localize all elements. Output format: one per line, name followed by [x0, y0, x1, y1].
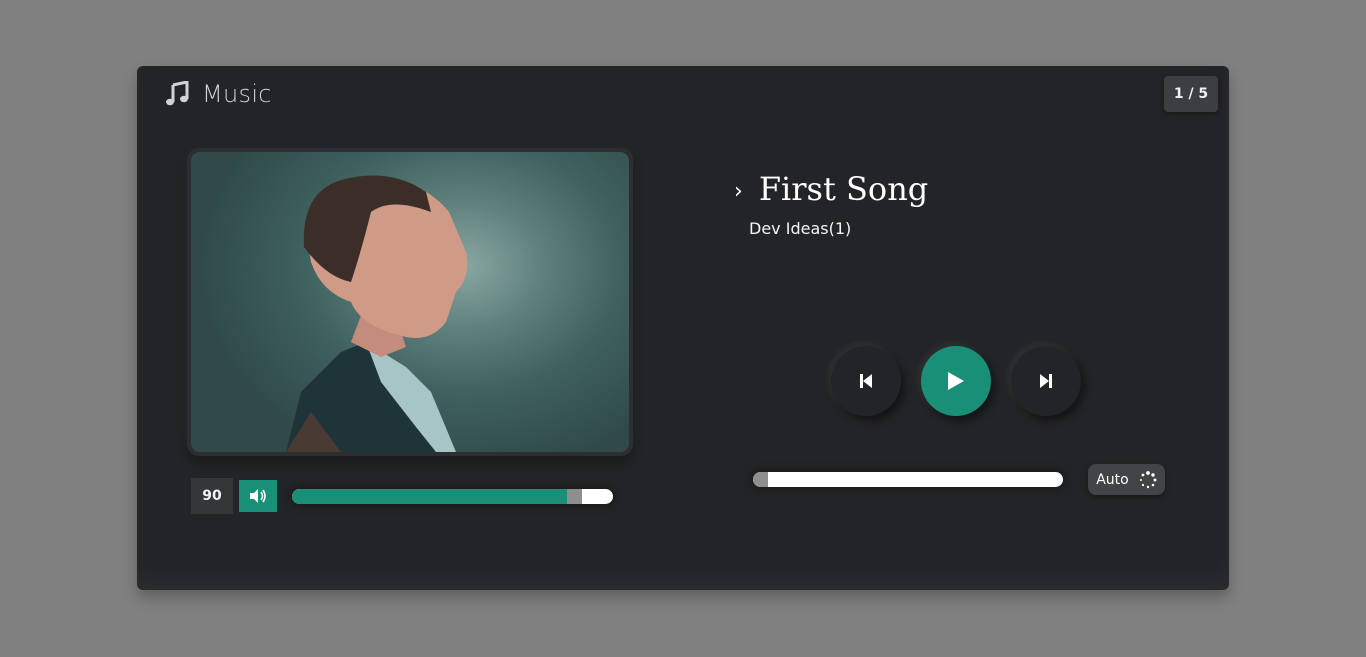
- chevron-right-icon: ›: [734, 178, 743, 204]
- track-counter: 1 / 5: [1164, 76, 1218, 112]
- app-title: Music: [202, 80, 272, 108]
- skip-next-icon: [1040, 374, 1052, 388]
- speaker-icon: [250, 489, 266, 503]
- album-art: [191, 152, 629, 452]
- song-title: First Song: [758, 170, 929, 208]
- volume-thumb[interactable]: [567, 489, 582, 504]
- mute-button[interactable]: [239, 480, 277, 512]
- skip-previous-icon: [860, 374, 872, 388]
- auto-label: Auto: [1096, 471, 1129, 488]
- previous-button[interactable]: [831, 346, 901, 416]
- brand: Music: [165, 80, 272, 108]
- next-button[interactable]: [1011, 346, 1081, 416]
- loading-spinner-icon: [1139, 470, 1157, 488]
- volume-value: 90: [191, 478, 233, 514]
- play-icon: [948, 372, 964, 390]
- portrait-image: [286, 175, 468, 452]
- volume-slider[interactable]: [292, 489, 613, 504]
- song-heading: › First Song: [734, 170, 928, 208]
- artist-name: Dev Ideas(1): [749, 219, 852, 238]
- progress-thumb[interactable]: [753, 472, 768, 487]
- play-button[interactable]: [921, 346, 991, 416]
- album-art-frame: [187, 148, 633, 456]
- music-player: Music 1 / 5 90 › First Song Dev Ideas(1)…: [137, 66, 1229, 590]
- auto-play-button[interactable]: Auto: [1088, 464, 1165, 495]
- track-progress-slider[interactable]: [753, 472, 1063, 487]
- music-note-icon: [166, 81, 189, 106]
- volume-fill: [292, 489, 567, 504]
